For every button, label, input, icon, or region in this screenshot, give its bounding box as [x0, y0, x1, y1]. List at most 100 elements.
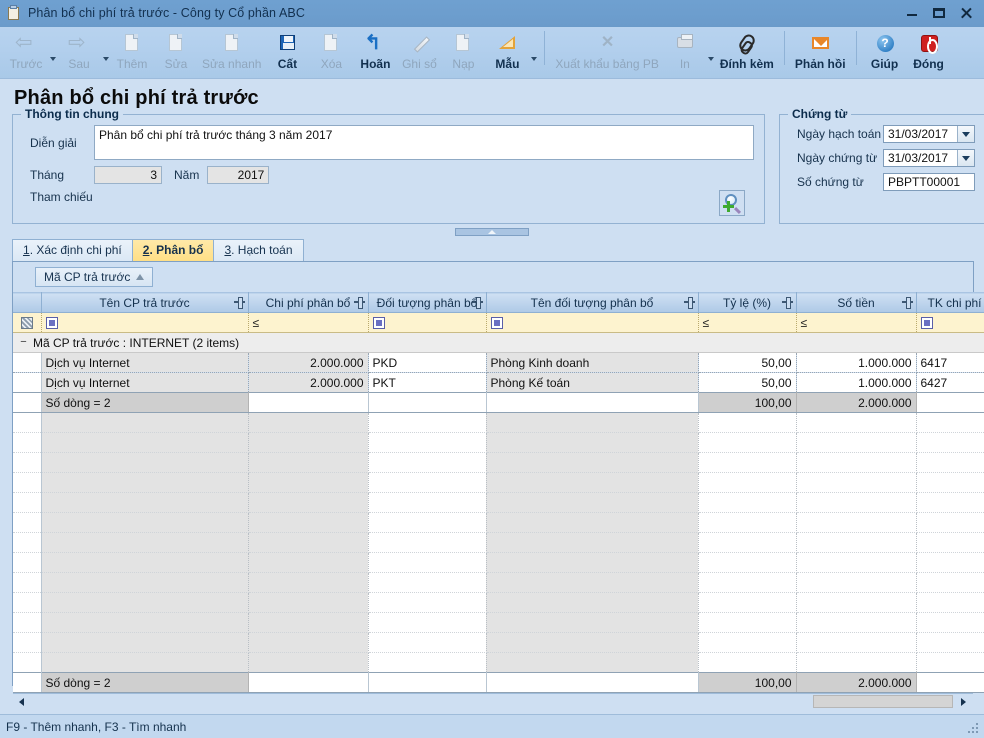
resize-grip-icon[interactable] — [968, 723, 980, 735]
empty-row[interactable] — [13, 652, 984, 673]
filter-row-selector[interactable] — [13, 312, 42, 333]
toolbar-button-dinh-kem[interactable]: Đính kèm — [716, 27, 778, 77]
filter-ty-le[interactable]: ≤ — [698, 312, 797, 333]
truoc-dropdown-caret[interactable] — [48, 27, 57, 77]
group-chip-ma-cp-tra-truoc[interactable]: Mã CP trả trước — [35, 267, 154, 287]
cell-ten-cp[interactable]: Dịch vụ Internet — [41, 372, 249, 393]
cell-ty-le[interactable]: 50,00 — [698, 372, 797, 393]
filter-menu-icon[interactable] — [920, 317, 933, 330]
pin-icon[interactable] — [471, 297, 483, 309]
empty-row[interactable] — [13, 572, 984, 593]
empty-row[interactable] — [13, 592, 984, 613]
column-header-ten-doi-tuong[interactable]: Tên đối tượng phân bổ — [486, 292, 699, 313]
cell-ten-cp[interactable]: Dịch vụ Internet — [41, 352, 249, 373]
toolbar-button-cat[interactable]: Cất — [265, 27, 309, 77]
toolbar-button-xoa[interactable]: Xóa — [309, 27, 353, 77]
toolbar-button-nap[interactable]: Nạp — [441, 27, 485, 77]
horizontal-scrollbar[interactable] — [13, 693, 973, 709]
cell-tk-chi-phi[interactable]: 6417 — [916, 352, 984, 373]
cell-doi-tuong[interactable]: PKT — [368, 372, 487, 393]
column-header-ten-cp[interactable]: Tên CP trả trước — [41, 292, 249, 313]
posting-date-combo[interactable] — [883, 125, 975, 143]
scroll-right-button[interactable] — [955, 695, 971, 709]
filter-operator-icon[interactable]: ≤ — [703, 316, 710, 330]
pin-icon[interactable] — [353, 297, 365, 309]
empty-row[interactable] — [13, 612, 984, 633]
empty-row[interactable] — [13, 512, 984, 533]
cell-ten-doi-tuong[interactable]: Phòng Kinh doanh — [486, 352, 699, 373]
cell-tk-chi-phi[interactable]: 6427 — [916, 372, 984, 393]
empty-row[interactable] — [13, 472, 984, 493]
filter-operator-icon[interactable]: ≤ — [253, 316, 260, 330]
panel-splitter[interactable] — [0, 224, 984, 239]
cell-ty-le[interactable]: 50,00 — [698, 352, 797, 373]
empty-row[interactable] — [13, 492, 984, 513]
in-dropdown-caret[interactable] — [707, 27, 716, 77]
empty-row[interactable] — [13, 552, 984, 573]
chevron-down-icon[interactable] — [957, 150, 974, 166]
toolbar-button-mau[interactable]: Mẫu — [485, 27, 529, 77]
reference-lookup-button[interactable] — [719, 190, 745, 216]
column-header-doi-tuong[interactable]: Đối tượng phân bổ — [368, 292, 487, 313]
filter-menu-icon[interactable] — [372, 317, 385, 330]
cell-chi-phi[interactable]: 2.000.000 — [248, 352, 369, 373]
tab-phan-bo[interactable]: 2. Phân bổ — [131, 239, 215, 261]
collapse-icon[interactable]: − — [19, 336, 28, 348]
empty-row[interactable] — [13, 532, 984, 553]
pin-icon[interactable] — [901, 297, 913, 309]
toolbar-button-truoc[interactable]: ⇦ Trước — [4, 27, 48, 77]
toolbar-button-in[interactable]: In — [663, 27, 707, 77]
maximize-button[interactable] — [932, 6, 947, 21]
pin-icon[interactable] — [683, 297, 695, 309]
filter-chi-phi[interactable]: ≤ — [248, 312, 369, 333]
toolbar-button-sau[interactable]: ⇨ Sau — [57, 27, 101, 77]
empty-row[interactable] — [13, 432, 984, 453]
cell-chi-phi[interactable]: 2.000.000 — [248, 372, 369, 393]
empty-row[interactable] — [13, 452, 984, 473]
chevron-down-icon[interactable] — [957, 126, 974, 142]
filter-menu-icon[interactable] — [490, 317, 503, 330]
month-input[interactable] — [94, 166, 162, 184]
toolbar-button-phan-hoi[interactable]: Phản hồi — [791, 27, 850, 77]
filter-operator-icon[interactable]: ≤ — [801, 316, 808, 330]
toolbar-button-them[interactable]: Thêm — [110, 27, 154, 77]
cell-so-tien[interactable]: 1.000.000 — [796, 372, 917, 393]
pin-icon[interactable] — [781, 297, 793, 309]
table-row[interactable]: Dịch vụ Internet 2.000.000 PKD Phòng Kin… — [13, 352, 984, 373]
filter-doi-tuong[interactable] — [368, 312, 487, 333]
toolbar-button-xuat-khau[interactable]: ✕ Xuất khẩu bảng PB — [551, 27, 662, 77]
close-button[interactable] — [959, 6, 974, 21]
scroll-thumb[interactable] — [813, 695, 953, 708]
year-input[interactable] — [207, 166, 270, 184]
minimize-button[interactable] — [905, 6, 920, 21]
pin-icon[interactable] — [233, 297, 245, 309]
cell-ten-doi-tuong[interactable]: Phòng Kế toán — [486, 372, 699, 393]
filter-ten-cp[interactable] — [41, 312, 249, 333]
cell-doi-tuong[interactable]: PKD — [368, 352, 487, 373]
splitter-handle[interactable] — [455, 228, 529, 236]
toolbar-button-giup[interactable]: ? Giúp — [863, 27, 907, 77]
column-header-tk-chi-phi[interactable]: TK chi phí — [916, 292, 984, 313]
row-selector-cell[interactable] — [13, 372, 42, 393]
column-header-so-tien[interactable]: Số tiền — [796, 292, 917, 313]
scroll-left-button[interactable] — [13, 695, 29, 709]
toolbar-button-sua[interactable]: Sửa — [154, 27, 198, 77]
sau-dropdown-caret[interactable] — [101, 27, 110, 77]
table-row[interactable]: Dịch vụ Internet 2.000.000 PKT Phòng Kế … — [13, 372, 984, 393]
group-header-cell[interactable]: − Mã CP trả trước : INTERNET (2 items) — [13, 332, 984, 353]
empty-row[interactable] — [13, 632, 984, 653]
voucher-date-combo[interactable] — [883, 149, 975, 167]
mau-dropdown-caret[interactable] — [529, 27, 538, 77]
tab-hach-toan[interactable]: 3. Hạch toán — [213, 239, 304, 261]
tab-xac-dinh-chi-phi[interactable]: 1. Xác định chi phí — [12, 239, 133, 261]
group-header-row[interactable]: − Mã CP trả trước : INTERNET (2 items) — [13, 332, 984, 353]
toolbar-button-ghi-so[interactable]: Ghi sổ — [397, 27, 441, 77]
filter-tk-chi-phi[interactable] — [916, 312, 984, 333]
cell-so-tien[interactable]: 1.000.000 — [796, 352, 917, 373]
description-input[interactable]: Phân bổ chi phí trả trước tháng 3 năm 20… — [94, 125, 754, 160]
column-header-chi-phi[interactable]: Chi phí phân bổ — [248, 292, 369, 313]
filter-ten-doi-tuong[interactable] — [486, 312, 699, 333]
filter-so-tien[interactable]: ≤ — [796, 312, 917, 333]
voucher-no-input[interactable] — [883, 173, 975, 191]
toolbar-button-dong[interactable]: Đóng — [907, 27, 951, 77]
